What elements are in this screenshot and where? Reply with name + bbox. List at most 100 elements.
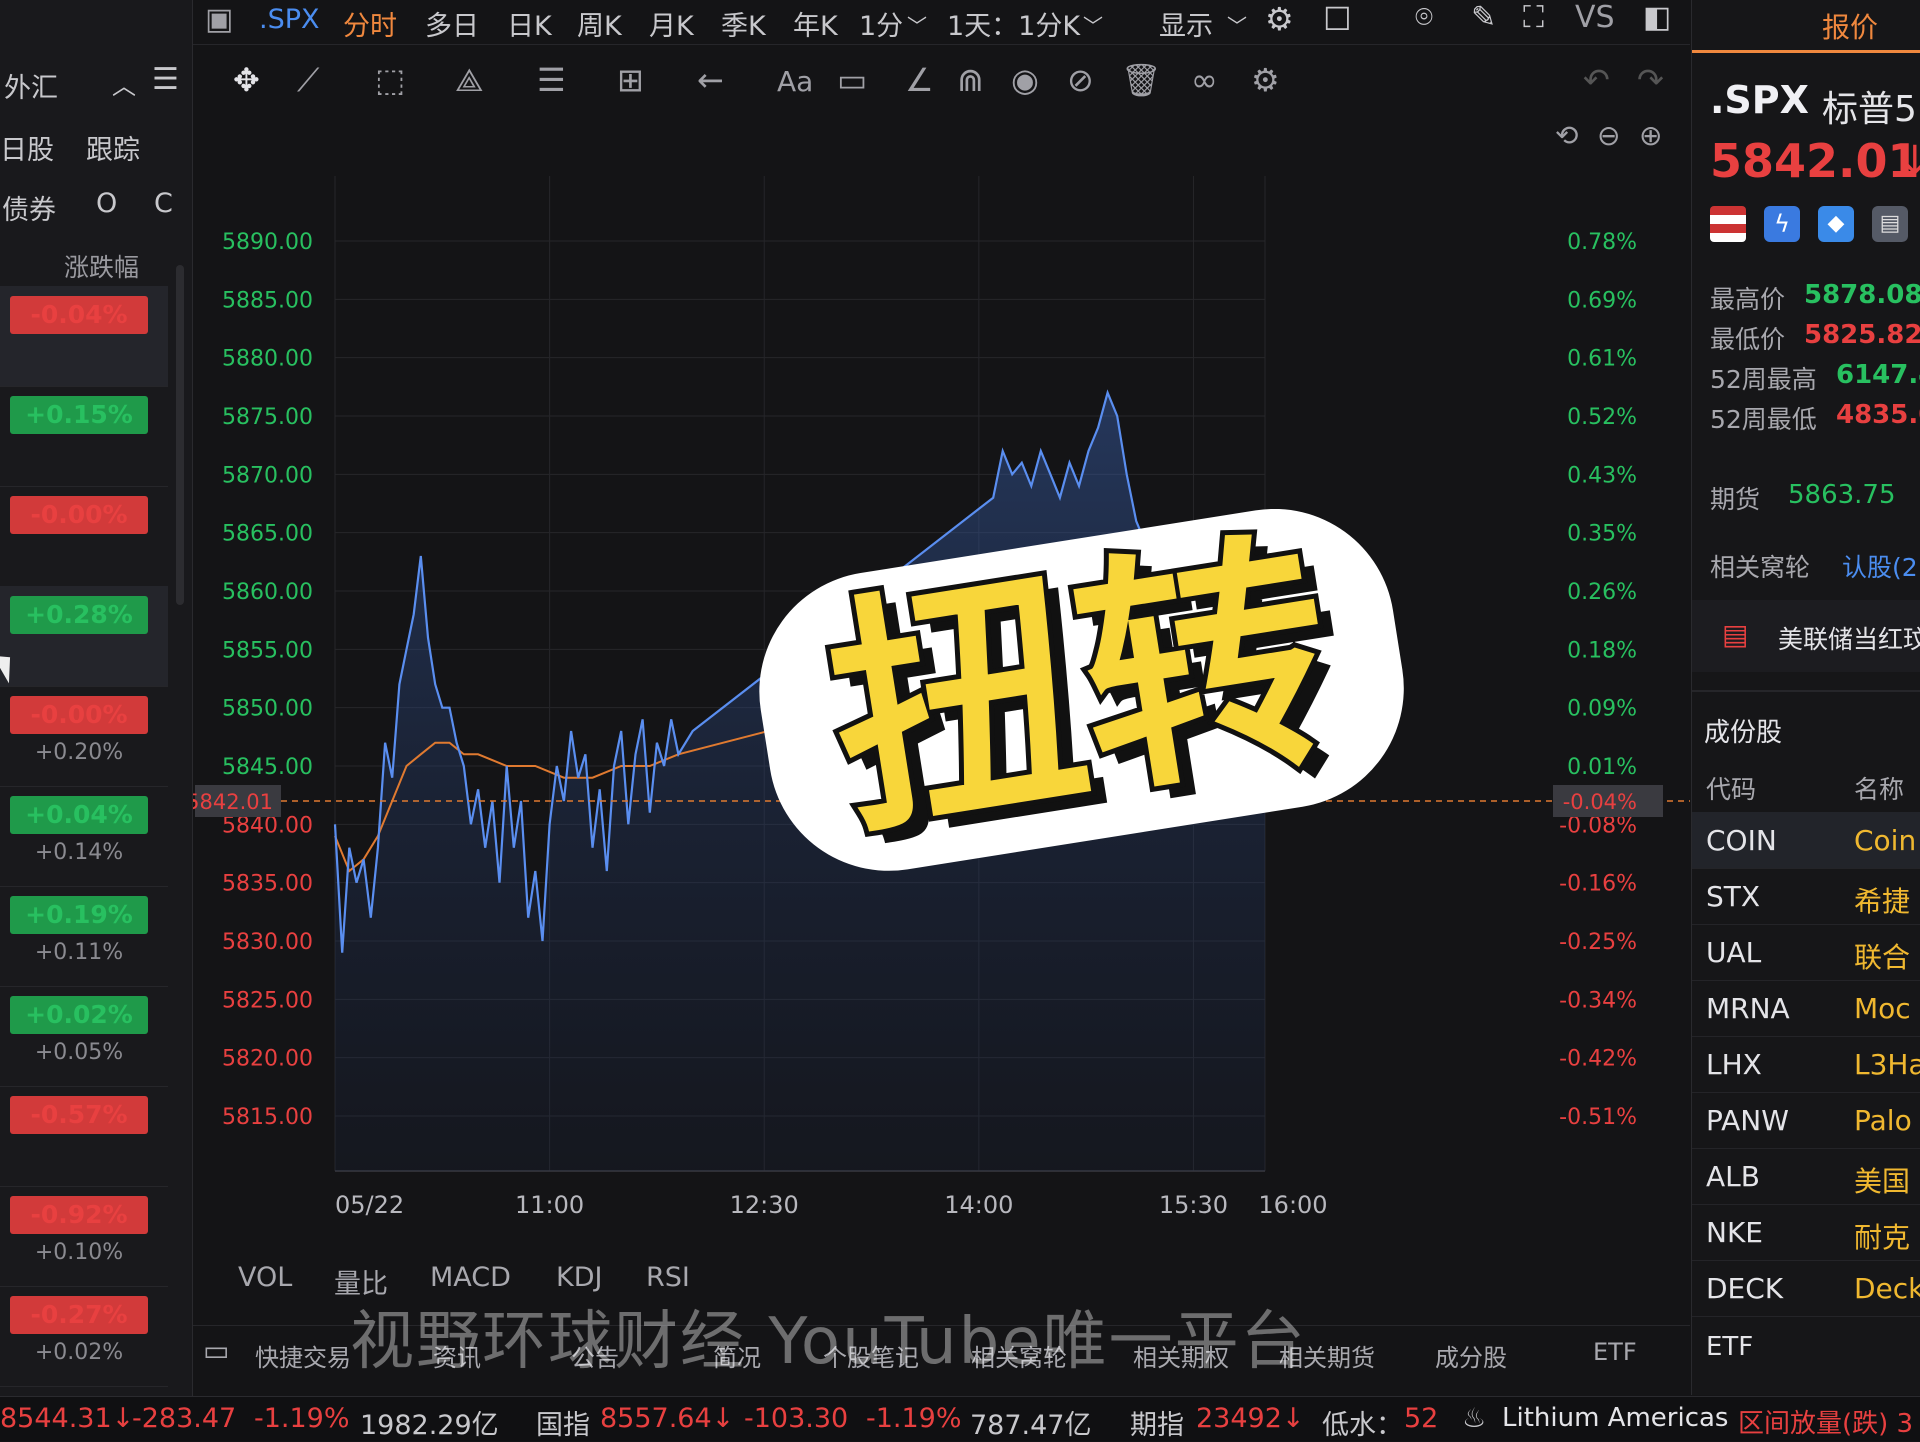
column-header-change[interactable]: 涨跌幅	[64, 248, 139, 284]
constituent-row[interactable]: MRNA Moc	[1692, 980, 1920, 1037]
tab-weekly-k[interactable]: 周K	[577, 4, 622, 43]
tab-macd[interactable]: MACD	[430, 1262, 511, 1293]
scrollbar[interactable]	[176, 265, 184, 605]
constituent-row[interactable]: STX 希捷	[1692, 868, 1920, 925]
x-tick-label: 16:00	[1258, 1191, 1327, 1219]
ticker-index1-change: -283.47	[132, 1403, 237, 1434]
news-item[interactable]: ▤ 美联储当红玟	[1692, 600, 1920, 672]
quote-panel: 报价 .SPX 标普5 5842.01 ↓ ϟ ◆ ▤ 最高价 5878.08 …	[1691, 0, 1920, 1395]
angle-tool-icon[interactable]: ∠	[905, 61, 934, 99]
chevron-down-icon[interactable]: ﹀	[1083, 10, 1103, 39]
nav-track[interactable]: 跟踪	[86, 128, 140, 167]
panel-toggle-icon[interactable]: ◧	[1643, 0, 1671, 35]
pencil-icon[interactable]: ✎	[1471, 0, 1496, 35]
constituent-row[interactable]: COIN Coin	[1692, 812, 1920, 869]
nav-c[interactable]: C	[154, 188, 173, 219]
ticker-index2-value[interactable]: 8557.64↓	[600, 1403, 734, 1434]
arrow-tool-icon[interactable]: ←	[697, 61, 724, 99]
tab-intraday[interactable]: 分时	[343, 4, 397, 43]
trash-icon[interactable]: 🗑	[1121, 61, 1162, 99]
y-tick-label-right: -0.34%	[1559, 988, 1637, 1013]
etf-section[interactable]: ETF	[1706, 1332, 1753, 1362]
tab-quote[interactable]: 报价	[1822, 6, 1878, 46]
camera-icon[interactable]: ⌾	[1415, 0, 1433, 35]
quick-trade-icon[interactable]: ▭	[203, 1334, 229, 1367]
ticker-index1-value[interactable]: 8544.31↓	[0, 1403, 134, 1434]
nav-forex[interactable]: 外汇	[4, 66, 58, 105]
move-icon[interactable]: ✥	[233, 61, 260, 99]
interval-select[interactable]: 1天：1分K	[947, 4, 1080, 43]
fullscreen-icon[interactable]: ⛶	[1523, 0, 1544, 35]
constituent-row[interactable]: DECK Deck	[1692, 1260, 1920, 1317]
nav-japan-stocks[interactable]: 日股	[0, 128, 54, 167]
constituents-tab[interactable]: 成分股	[1435, 1338, 1507, 1373]
nav-bonds[interactable]: 债券	[2, 188, 56, 227]
watchlist-row[interactable]: -0.27% +0.02%	[0, 1286, 168, 1387]
change-badge: -0.04%	[10, 296, 148, 334]
hide-icon[interactable]: ⊘	[1067, 61, 1094, 99]
link-icon[interactable]: ∞	[1191, 61, 1218, 99]
etf-tab[interactable]: ETF	[1593, 1338, 1637, 1366]
watchlist-row[interactable]: +0.19% +0.11%	[0, 886, 168, 987]
fib-tool-icon[interactable]: ☰	[537, 61, 566, 99]
tab-rsi[interactable]: RSI	[646, 1262, 690, 1293]
column-header-code[interactable]: 代码	[1706, 770, 1756, 806]
constituent-code: DECK	[1706, 1272, 1784, 1305]
nav-o[interactable]: O	[96, 188, 117, 219]
settings-icon[interactable]: ⚙	[1265, 0, 1294, 38]
comment-tool-icon[interactable]: ▭	[837, 61, 867, 99]
tab-kdj[interactable]: KDJ	[556, 1262, 602, 1293]
tab-1min[interactable]: 1分	[859, 4, 903, 43]
text-tool-icon[interactable]: Aa	[777, 65, 813, 98]
watchlist-row[interactable]: -0.00% +0.20%	[0, 686, 168, 787]
watchlist-row[interactable]: +0.28%	[0, 586, 168, 687]
chevron-down-icon[interactable]: ﹀	[907, 10, 927, 39]
measure-tool-icon[interactable]: ⊞	[617, 61, 644, 99]
watchlist-row[interactable]: -0.57%	[0, 1086, 168, 1187]
column-header-name[interactable]: 名称	[1854, 770, 1904, 806]
compare-button[interactable]: VS	[1575, 0, 1615, 35]
sticker-text-twist: 扭转 扭转	[759, 500, 1404, 882]
tab-daily-k[interactable]: 日K	[507, 4, 552, 43]
redo-icon[interactable]: ↷	[1637, 61, 1664, 99]
futures-value[interactable]: 5863.75	[1788, 480, 1896, 510]
tag-icon[interactable]: ◆	[1818, 206, 1854, 242]
shape-tool-icon[interactable]: ⬚	[375, 61, 405, 99]
watchlist-row[interactable]: +0.02% +0.05%	[0, 986, 168, 1087]
quote-symbol: .SPX	[1710, 78, 1809, 122]
constituent-row[interactable]: PANW Palo	[1692, 1092, 1920, 1149]
constituent-row[interactable]: NKE 耐克	[1692, 1204, 1920, 1261]
watchlist-row[interactable]: -0.00%	[0, 486, 168, 587]
watchlist-row[interactable]: -0.04%	[0, 286, 168, 387]
constituent-row[interactable]: UAL 联合	[1692, 924, 1920, 981]
tab-multi-day[interactable]: 多日	[425, 4, 479, 43]
constituent-row[interactable]: LHX L3Ha	[1692, 1036, 1920, 1093]
quick-trade-tab[interactable]: 快捷交易	[255, 1338, 351, 1373]
constituents-header: 代码 名称	[1692, 756, 1920, 813]
undo-icon[interactable]: ↶	[1583, 61, 1610, 99]
watchlist-row[interactable]: +0.15%	[0, 386, 168, 487]
sidebar-toggle-icon[interactable]: ▣	[205, 2, 233, 37]
polyline-tool-icon[interactable]: ⟁	[455, 61, 484, 100]
tab-monthly-k[interactable]: 月K	[649, 4, 694, 43]
eye-icon[interactable]: ◉	[1011, 61, 1039, 99]
tab-yearly-k[interactable]: 年K	[793, 4, 838, 43]
draw-settings-icon[interactable]: ⚙	[1251, 61, 1280, 99]
tab-vol[interactable]: VOL	[238, 1262, 292, 1293]
watchlist-row[interactable]: +0.04% +0.14%	[0, 786, 168, 887]
ticker-futures-value[interactable]: 23492↓	[1196, 1403, 1305, 1434]
line-tool-icon[interactable]: ⟋	[297, 61, 319, 100]
menu-icon[interactable]: ☰	[152, 62, 179, 97]
layout-icon[interactable]: ☐	[1323, 0, 1352, 38]
warrants-link[interactable]: 认股(2	[1842, 548, 1918, 584]
tab-quarterly-k[interactable]: 季K	[721, 4, 766, 43]
chevron-down-icon[interactable]: ﹀	[1227, 10, 1247, 39]
ticker-news-name[interactable]: Lithium Americas	[1502, 1403, 1728, 1433]
chevron-up-icon[interactable]: ︿	[112, 66, 136, 101]
document-icon[interactable]: ▤	[1872, 206, 1908, 242]
magnet-icon[interactable]: ⋒	[957, 61, 984, 99]
display-menu[interactable]: 显示	[1159, 4, 1213, 43]
watchlist-row[interactable]: -0.92% +0.10%	[0, 1186, 168, 1287]
constituent-row[interactable]: ALB 美国	[1692, 1148, 1920, 1205]
lightning-icon[interactable]: ϟ	[1764, 206, 1800, 242]
